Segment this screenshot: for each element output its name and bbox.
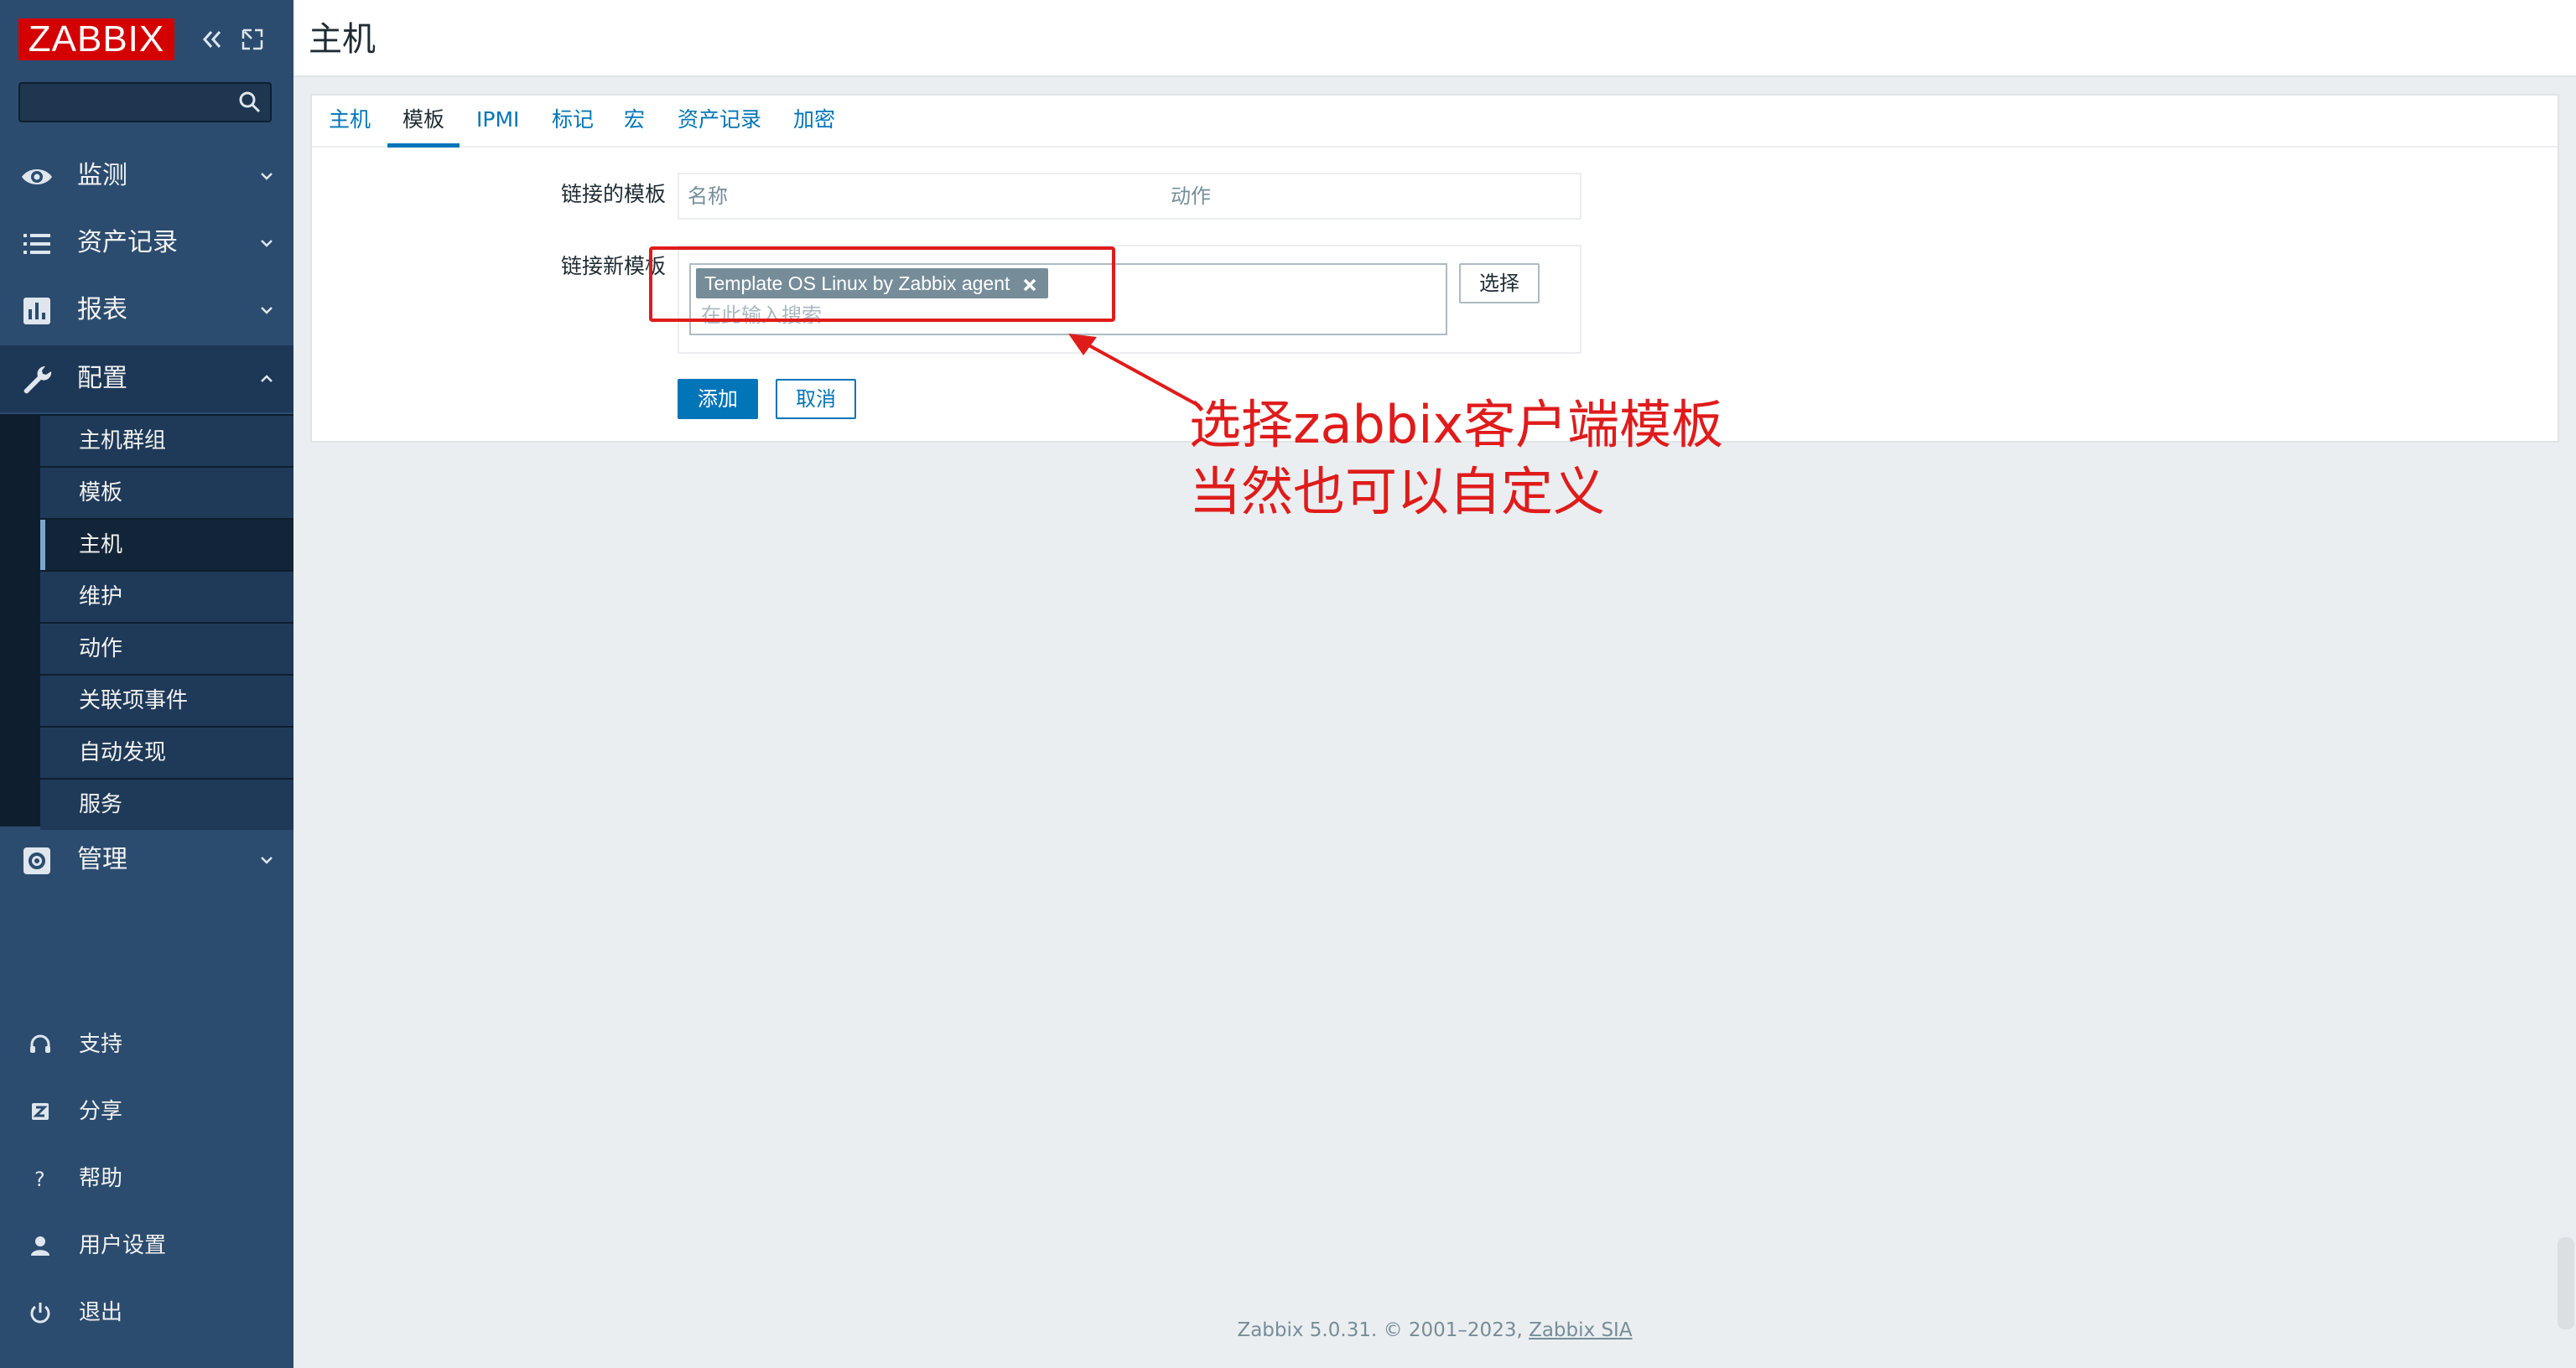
menu-reports[interactable]: 报表: [0, 277, 293, 344]
menu-label: 管理: [77, 845, 127, 874]
tab-macros[interactable]: 宏: [624, 96, 645, 144]
menu-label: 用户设置: [79, 1233, 167, 1258]
submenu-host-groups[interactable]: 主机群组: [40, 416, 293, 466]
linked-templates-label: 链接的模板: [560, 182, 666, 206]
menu-sign-out[interactable]: 退出: [0, 1279, 293, 1346]
chevron-down-icon: [258, 302, 275, 319]
column-header-name: 名称: [688, 184, 728, 208]
chevron-down-icon: [258, 852, 275, 868]
menu-label: 分享: [79, 1099, 123, 1124]
collapse-sidebar-icon[interactable]: [198, 25, 226, 54]
menu-monitoring[interactable]: 监测: [0, 142, 293, 210]
page-title: 主机: [309, 20, 376, 59]
svg-text:?: ?: [34, 1168, 45, 1191]
select-template-button[interactable]: 选择: [1459, 263, 1540, 303]
submenu-services[interactable]: 服务: [40, 780, 293, 830]
chevron-down-icon: [258, 168, 275, 184]
menu-label: 报表: [77, 295, 127, 324]
chevron-up-icon: [258, 370, 275, 387]
annotation-arrow: [1068, 334, 1200, 407]
wrench-icon: [20, 363, 54, 396]
column-header-action: 动作: [1171, 184, 1211, 208]
menu-share[interactable]: 分享: [0, 1078, 293, 1145]
headset-icon: [27, 1031, 54, 1058]
config-submenu: 主机群组 模板 主机 维护 动作 关联项事件 自动发现 服务: [0, 414, 293, 830]
add-button[interactable]: 添加: [678, 379, 758, 419]
annotation-highlight-box: [649, 246, 1115, 322]
tab-bar: 主机 模板 IPMI 标记 宏 资产记录 加密: [312, 96, 2558, 148]
sidebar: ZABBIX 监测 资产记录 报表 配置 主机群组 模板 主机 维护 动作 关联…: [0, 0, 293, 1368]
tab-ipmi[interactable]: IPMI: [476, 96, 519, 144]
linked-templates-table: 名称 动作: [678, 173, 1581, 220]
menu-label: 支持: [79, 1032, 123, 1057]
share-icon: [27, 1098, 54, 1125]
menu-label: 帮助: [79, 1166, 123, 1191]
cancel-button[interactable]: 取消: [776, 379, 856, 419]
menu-help[interactable]: ? 帮助: [0, 1145, 293, 1212]
tab-inventory[interactable]: 资产记录: [678, 96, 761, 144]
submenu-maintenance[interactable]: 维护: [40, 572, 293, 622]
tab-encryption[interactable]: 加密: [793, 96, 835, 144]
menu-label: 退出: [79, 1300, 123, 1325]
tab-host[interactable]: 主机: [329, 96, 371, 144]
search-icon[interactable]: [236, 89, 263, 116]
menu-label: 监测: [77, 161, 127, 190]
user-icon: [27, 1232, 54, 1259]
kiosk-mode-icon[interactable]: [238, 25, 267, 54]
power-icon: [27, 1299, 54, 1326]
bar-chart-icon: [20, 294, 54, 328]
search-input[interactable]: [20, 84, 238, 121]
eye-icon: [20, 160, 54, 194]
submenu-event-correlation[interactable]: 关联项事件: [40, 676, 293, 726]
help-icon: ?: [27, 1165, 54, 1192]
submenu-actions[interactable]: 动作: [40, 624, 293, 674]
menu-configuration[interactable]: 配置: [0, 345, 293, 412]
annotation-text-line2: 当然也可以自定义: [1189, 461, 1606, 522]
tab-tags[interactable]: 标记: [552, 96, 594, 144]
scrollbar[interactable]: [2558, 1237, 2574, 1329]
chevron-down-icon: [258, 235, 275, 251]
menu-administration[interactable]: 管理: [0, 826, 293, 894]
submenu-discovery[interactable]: 自动发现: [40, 728, 293, 778]
list-icon: [20, 227, 54, 261]
menu-label: 资产记录: [77, 228, 178, 257]
page-header: 主机: [293, 0, 2576, 77]
tab-templates[interactable]: 模板: [387, 96, 460, 148]
submenu-hosts[interactable]: 主机: [40, 520, 293, 570]
menu-label: 配置: [77, 364, 127, 393]
page-footer: Zabbix 5.0.31. © 2001–2023, Zabbix SIA: [293, 1319, 2576, 1341]
menu-support[interactable]: 支持: [0, 1011, 293, 1078]
sidebar-search: [18, 82, 272, 122]
menu-inventory[interactable]: 资产记录: [0, 210, 293, 277]
footer-copyright: Zabbix 5.0.31. © 2001–2023,: [1237, 1319, 1523, 1341]
menu-user-settings[interactable]: 用户设置: [0, 1212, 293, 1279]
annotation-text-line1: 选择zabbix客户端模板: [1189, 394, 1724, 455]
submenu-templates[interactable]: 模板: [40, 468, 293, 518]
zabbix-logo[interactable]: ZABBIX: [18, 18, 174, 60]
gear-icon: [20, 844, 54, 878]
footer-company-link[interactable]: Zabbix SIA: [1529, 1319, 1632, 1341]
